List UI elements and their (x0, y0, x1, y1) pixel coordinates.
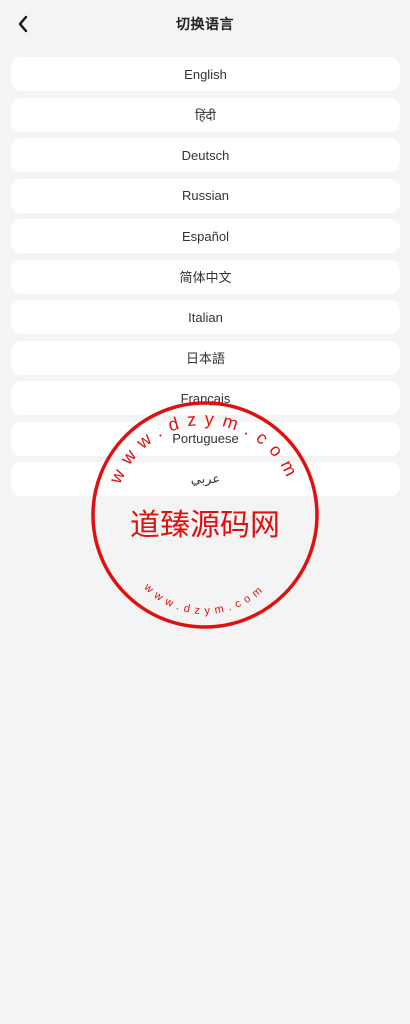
language-label: Russian (182, 188, 229, 203)
chevron-left-icon (18, 15, 28, 33)
language-item-spanish[interactable]: Español (11, 219, 400, 253)
top-bar: 切换语言 (0, 0, 410, 48)
language-item-arabic[interactable]: عربي (11, 462, 400, 496)
language-item-portuguese[interactable]: Portuguese (11, 421, 400, 456)
stamp-center-text: 道臻源码网 (130, 508, 280, 543)
language-item-russian[interactable]: Russian (11, 178, 400, 213)
language-item-japanese[interactable]: 日本語 (11, 340, 400, 375)
language-label: Deutsch (181, 147, 230, 163)
language-item-english[interactable]: English (11, 57, 400, 91)
language-list: English हिंदी Deutsch Russian Español 简体… (11, 57, 400, 503)
language-item-french[interactable]: Français (11, 381, 400, 415)
back-button[interactable] (10, 11, 36, 37)
language-item-chinese-simplified[interactable]: 简体中文 (11, 259, 400, 294)
page-title: 切换语言 (176, 16, 234, 32)
language-label: Español (182, 228, 229, 244)
language-label: عربي (190, 471, 221, 486)
language-label: 日本語 (185, 351, 225, 366)
stamp-url-bottom: www.dzym.com (141, 581, 268, 617)
language-item-hindi[interactable]: हिंदी (11, 97, 400, 132)
language-item-german[interactable]: Deutsch (11, 138, 400, 172)
language-item-italian[interactable]: Italian (11, 300, 400, 334)
language-label: Français (180, 390, 231, 406)
language-label: हिंदी (195, 107, 216, 123)
language-label: 简体中文 (179, 270, 232, 285)
language-label: Portuguese (172, 431, 239, 446)
language-label: English (184, 66, 227, 82)
language-label: Italian (188, 309, 223, 325)
